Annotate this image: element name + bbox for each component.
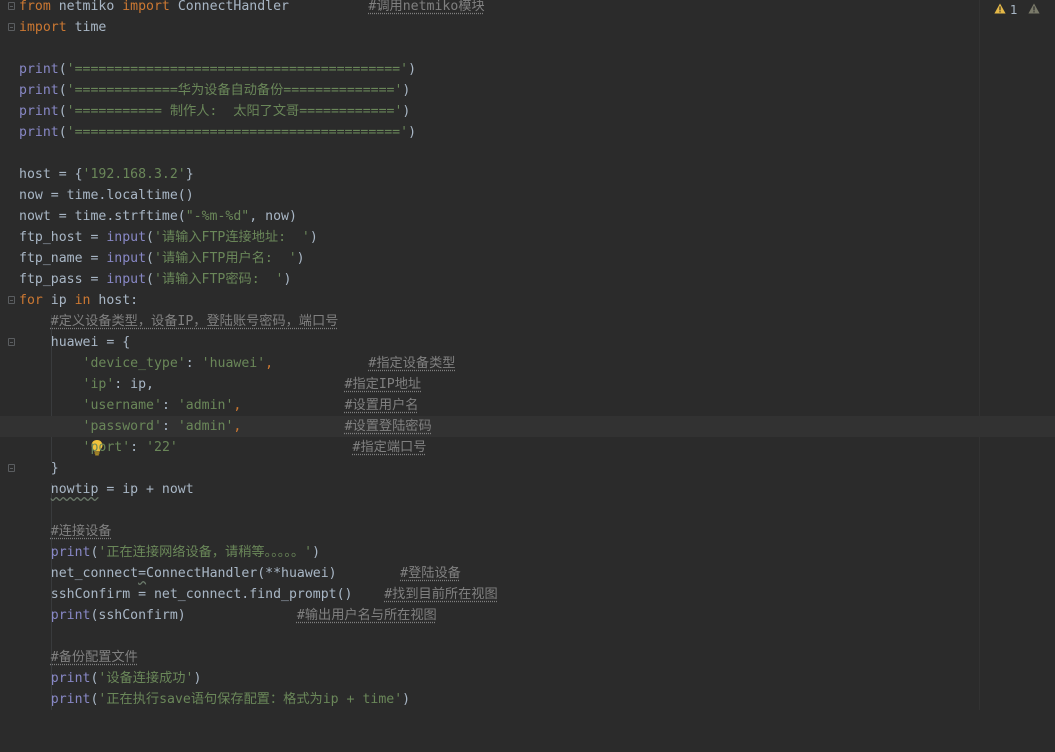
code-line-13: ftp_name = input('请输入FTP用户名: ') bbox=[19, 251, 305, 266]
code-line-24: nowtip = ip + nowt bbox=[50, 482, 194, 497]
code-editor[interactable]: from netmiko import ConnectHandler #调用ne… bbox=[0, 0, 1055, 710]
inspection-panel: 1 bbox=[979, 0, 1055, 710]
code-line-21-current: 'password': 'admin', #设置登陆密码 bbox=[0, 416, 1055, 456]
code-line-33: print('设备连接成功') bbox=[50, 671, 202, 686]
code-line-16: #定义设备类型，设备IP，登陆账号密码，端口号 bbox=[50, 314, 339, 329]
code-line-32: #备份配置文件 bbox=[50, 650, 138, 665]
code-line-17: huawei = { bbox=[0, 332, 1055, 353]
code-line-18: 'device_type': 'huawei', #指定设备类型 bbox=[82, 356, 456, 371]
code-line-2: import time bbox=[0, 17, 1055, 38]
code-line-26: #连接设备 bbox=[50, 524, 112, 539]
inspection-widget[interactable]: 1 bbox=[994, 2, 1040, 18]
code-line-1: from netmiko import ConnectHandler #调用ne… bbox=[0, 0, 1055, 17]
code-line-22: 'port': '22' #指定端口号 bbox=[82, 440, 427, 455]
fold-marker-icon[interactable] bbox=[8, 296, 15, 304]
code-line-27: print('正在连接网络设备，请稍等。。。。。') bbox=[50, 545, 321, 560]
code-line-29: sshConfirm = net_connect.find_prompt() #… bbox=[19, 587, 498, 602]
code-line-15: for ip in host: bbox=[0, 290, 1055, 311]
code-line-6: print('=========== 制作人: 太阳了文哥===========… bbox=[19, 104, 411, 119]
code-line-4: print('=================================… bbox=[19, 62, 417, 77]
code-area[interactable]: from netmiko import ConnectHandler #调用ne… bbox=[0, 0, 1055, 710]
fold-marker-icon[interactable] bbox=[8, 23, 15, 31]
code-line-5: print('=============华为设备自动备份============… bbox=[19, 83, 411, 98]
code-line-20: 'username': 'admin', #设置用户名 bbox=[82, 398, 419, 413]
fold-marker-icon[interactable] bbox=[8, 2, 15, 10]
code-line-10: now = time.localtime() bbox=[19, 188, 194, 203]
fold-marker-icon[interactable] bbox=[8, 338, 15, 346]
code-line-19: 'ip': ip, #指定IP地址 bbox=[82, 377, 422, 392]
code-line-14: ftp_pass = input('请输入FTP密码: ') bbox=[19, 272, 292, 287]
code-line-34: print('正在执行save语句保存配置：格式为ip + time') bbox=[50, 692, 411, 707]
code-line-12: ftp_host = input('请输入FTP连接地址: ') bbox=[19, 230, 318, 245]
warning-count: 1 bbox=[1010, 3, 1018, 17]
code-line-7: print('=================================… bbox=[19, 125, 417, 140]
weak-warning-icon bbox=[1028, 3, 1040, 17]
fold-marker-icon[interactable] bbox=[8, 464, 15, 472]
code-line-30: print(sshConfirm) #输出用户名与所在视图 bbox=[50, 608, 437, 623]
warning-icon bbox=[994, 3, 1006, 17]
code-line-23: } bbox=[0, 458, 1055, 479]
code-line-11: nowt = time.strftime("-%m-%d", now) bbox=[19, 209, 297, 224]
code-line-9: host = {'192.168.3.2'} bbox=[19, 167, 194, 182]
code-line-28: net_connect=ConnectHandler(**huawei) #登陆… bbox=[19, 566, 461, 581]
